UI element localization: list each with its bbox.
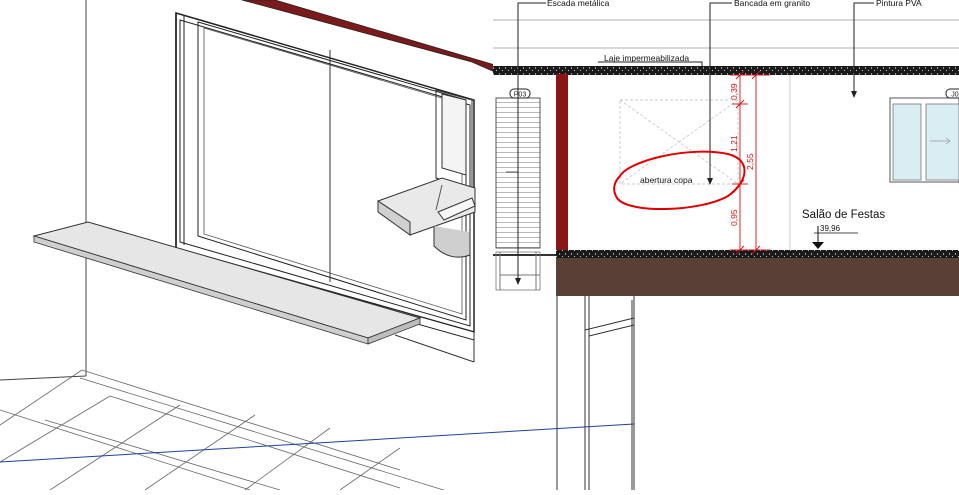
- tag-right: J0: [945, 88, 959, 99]
- dim-bottom: 0,95: [729, 209, 739, 226]
- level-value: 39,96: [820, 224, 841, 233]
- roof-slab: [493, 66, 959, 75]
- section-line: [0, 423, 635, 463]
- room-name: Salão de Festas: [802, 209, 885, 221]
- dim-mid: 1,21: [729, 135, 739, 152]
- label-pintura: Pintura PVA: [876, 0, 922, 8]
- section-drawing: P03 J0 Escada metálica Bancada em granit…: [493, 0, 959, 296]
- label-bancada: Bancada em granito: [734, 0, 810, 8]
- tag-left-text: P03: [514, 92, 527, 99]
- drawing-canvas: P03 J0 Escada metálica Bancada em granit…: [0, 0, 959, 493]
- sink: [377, 177, 476, 258]
- label-abertura: abertura copa: [640, 175, 693, 185]
- tag-left: P03: [509, 88, 531, 99]
- floor-slab: [556, 250, 959, 258]
- tag-right-text: J0: [951, 92, 959, 99]
- far-window: [435, 89, 473, 191]
- dim-total: 2,55: [745, 153, 755, 170]
- label-laje: Laje impermeabilizada: [604, 53, 689, 63]
- dim-top: 0,39: [729, 83, 739, 100]
- beam: [241, 0, 496, 73]
- floor-tiles: [0, 369, 451, 493]
- window-elevation: [889, 97, 959, 183]
- floor-earth: [556, 258, 959, 296]
- cabinet: [556, 292, 635, 490]
- label-escada: Escada metálica: [547, 0, 610, 8]
- wall-section: [556, 74, 568, 252]
